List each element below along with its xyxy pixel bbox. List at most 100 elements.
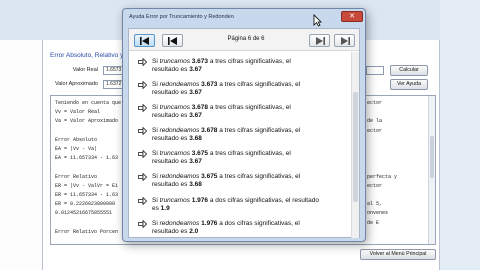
last-page-icon [341,37,350,45]
dialog-content-area: Página 6 de 6 Si truncamos 3.673 a tres … [128,28,360,238]
text-prefix: Si [152,220,160,227]
textarea-line: Teniendo en cuenta que [55,100,122,106]
help-text-list: Si truncamos 3.673 a tres cifras signifi… [129,52,351,238]
text-middle: a tres cifras significativas, el [208,150,291,157]
text-result-prefix: resultado es [152,135,190,142]
text-middle: a tres cifras significativas, el [217,173,301,180]
arrow-right-icon [138,197,147,205]
text-prefix: Si [152,150,160,157]
textarea-line: EA = 11.657334 - 1.63 [55,155,119,162]
first-page-button[interactable] [134,34,155,47]
calculate-button[interactable]: Calcular [390,65,428,76]
textarea-line: 0.01245216675855551 [55,210,113,217]
arrow-right-icon [138,173,147,181]
close-button[interactable]: ✕ [341,11,363,22]
number-value: 1.976 [201,220,218,227]
number-value: 3.678 [201,127,218,134]
textarea-line: EA = |Vv - Va| [55,146,98,152]
textarea-line: Vv = Valor Real [55,109,101,116]
operation-word: truncamos [159,58,190,65]
text-result-prefix: resultado es [152,66,190,73]
operation-word: truncamos [159,104,190,111]
number-value: 3.673 [191,58,209,65]
next-page-button[interactable] [309,34,330,47]
textarea-line: ER = |Vv - ValVr = Ei [55,182,119,189]
arrow-right-icon [138,81,147,89]
textarea-line-fragment: al 5, [367,201,383,208]
text-prefix: Si [152,81,160,88]
text-middle: a tres cifras significativas, el [208,104,291,111]
textarea-line: ER = 0.2226023800000 [55,201,116,208]
textarea-scroll-thumb[interactable] [430,136,434,178]
operation-word: truncamos [159,197,190,204]
section-heading: Error Absoluto, Relativo y P [50,52,130,59]
previous-page-icon [168,37,177,45]
arrow-right-icon [138,58,147,66]
extra-input[interactable] [366,66,384,75]
text-prefix: Si [152,127,160,134]
help-item-line-1: Si truncamos 3.678 a tres cifras signifi… [152,104,291,112]
help-item-line-2: resultado es 2.0 [152,228,198,236]
result-value: 3.67 [189,66,202,73]
help-item-line-2: resultado es 3.67 [152,89,202,97]
help-item-line-2: resultado es 3.67 [152,158,202,166]
help-item-line-1: Si truncamos 1.976 a dos cifras signific… [152,197,319,205]
result-value: 3.67 [189,158,202,165]
textarea-scrollbar[interactable] [428,96,435,244]
help-item-line-1: Si truncamos 3.673 a tres cifras signifi… [152,58,291,66]
help-item-line-2: resultado es 3.68 [152,181,202,189]
text-middle: a dos cifras significativas, el [217,220,300,227]
number-value: 3.675 [191,150,209,157]
dialog-title: Ayuda Error por Truncamiento y Redondeo [129,14,234,20]
textarea-line: ER = 11.657334 - 1.63 [55,192,119,198]
text-middle: a dos cifras significativas, el resultad… [208,197,319,204]
previous-page-button[interactable] [162,34,183,47]
text-prefix: Si [152,173,160,180]
result-value: 2.0 [189,228,199,235]
arrow-right-icon [138,127,147,135]
text-prefix: Si [152,104,160,111]
help-item-line-1: Si truncamos 3.675 a tres cifras signifi… [152,150,291,158]
text-prefix: Si [152,197,160,204]
result-value: 3.68 [189,181,202,188]
dialog-scroll-thumb[interactable] [353,92,358,202]
text-middle: a tres cifras significativas, el [208,58,291,65]
mouse-cursor-icon [313,14,322,27]
textarea-line: Error Relativo Porcen [55,228,119,235]
page-indicator: Página 6 de 6 [227,36,265,42]
text-result-prefix: resultado es [152,89,190,96]
operation-word: redondeamos [159,220,200,227]
number-value: 3.673 [201,81,218,88]
operation-word: redondeamos [159,81,200,88]
textarea-line-fragment: ector [367,182,383,189]
textarea-line-fragment: ector [367,100,383,106]
text-result-prefix: resultado es [152,228,190,235]
view-help-button[interactable]: Ver Ayuda [390,79,428,90]
number-value: 3.675 [201,173,218,180]
textarea-line: Error Absoluto [55,136,98,143]
textarea-line-fragment: ector [367,127,383,134]
result-value: 3.67 [189,112,202,119]
last-page-button[interactable] [334,34,355,47]
result-value: 3.68 [189,135,202,142]
arrow-right-icon [138,104,147,112]
dialog-scrollbar[interactable] [351,52,359,238]
textarea-line: Error Relativo [55,173,98,180]
number-value: 3.678 [191,104,209,111]
back-to-menu-button[interactable]: Volver al Menú Principal [360,249,436,260]
text-middle: a tres cifras significativas, el [217,81,301,88]
text-middle: a tres cifras significativas, el [217,127,301,134]
result-value: 1.9 [160,205,170,212]
help-item-line-1: Si redondeamos 3.678 a tres cifras signi… [152,127,300,135]
help-item-line-2: resultado es 3.67 [152,112,202,120]
help-item-line-1: Si redondeamos 3.673 a tres cifras signi… [152,81,300,89]
next-page-icon [316,37,325,45]
operation-word: redondeamos [159,173,200,180]
help-item-line-2: resultado es 3.68 [152,135,202,143]
approx-value-label: Valor Aproximado [54,81,98,87]
number-value: 1.976 [191,197,209,204]
operation-word: truncamos [159,150,190,157]
text-prefix: Si [152,58,160,65]
text-result-prefix: resultado es [152,181,190,188]
arrow-right-icon [138,150,147,158]
